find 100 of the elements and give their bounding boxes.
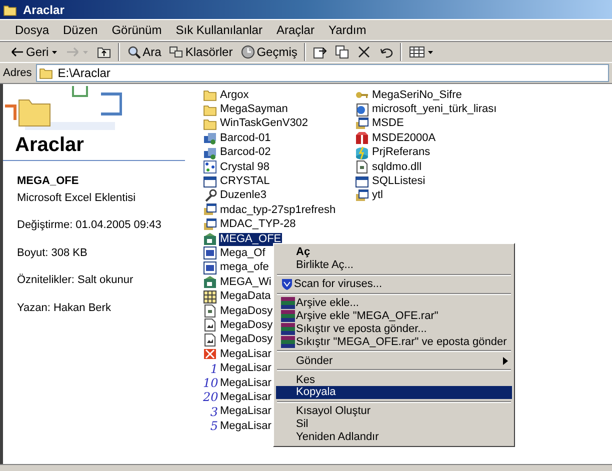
- web-page-icon: [355, 102, 370, 117]
- file-name[interactable]: MegaLisar: [219, 362, 272, 376]
- file-name[interactable]: Argox: [219, 88, 250, 102]
- file-icon: [203, 332, 218, 347]
- menu-item[interactable]: Scan for viruses...: [276, 278, 512, 291]
- forward-arrow-icon: [66, 45, 80, 59]
- menu-item[interactable]: Düzen: [56, 19, 105, 41]
- address-field[interactable]: E:\Araclar: [36, 64, 609, 82]
- file-name[interactable]: mdac_typ-27sp1refresh: [219, 204, 337, 217]
- document-icon: [203, 246, 218, 260]
- menu-item[interactable]: Görünüm: [104, 19, 169, 41]
- file-name: MEGA_OFE: [16, 174, 80, 189]
- books-icon: [280, 334, 296, 349]
- file-name[interactable]: MDAC_TYP-28: [219, 218, 297, 232]
- menu-item[interactable]: Sık Kullanılanlar: [168, 19, 270, 41]
- file-name[interactable]: MEGA_Wi: [219, 276, 272, 289]
- file-property: Yazan: Hakan Berk: [16, 300, 112, 316]
- menu-item[interactable]: Aç: [276, 246, 512, 259]
- books-icon: [280, 296, 296, 310]
- installer-icon: [355, 116, 370, 131]
- back-button[interactable]: Geri: [6, 42, 62, 62]
- history-icon: [240, 45, 255, 59]
- menu-item[interactable]: Sil: [276, 418, 512, 431]
- books-icon: [280, 309, 296, 324]
- file-name[interactable]: sqldmo.dll: [371, 160, 423, 174]
- file-name[interactable]: MegaSayman: [219, 103, 289, 116]
- move-to-icon: [313, 45, 328, 59]
- menu-item[interactable]: Yeniden Adlandır: [276, 430, 512, 444]
- file-name[interactable]: MegaLisar: [219, 376, 272, 390]
- file-property: Boyut: 308 KB: [16, 246, 88, 260]
- folder-icon: [203, 116, 218, 131]
- history-button[interactable]: Geçmiş: [236, 42, 302, 62]
- window-icon: [203, 174, 218, 189]
- menu-item[interactable]: Araçlar: [269, 19, 322, 41]
- folder-title: Araclar: [14, 134, 85, 158]
- file-name[interactable]: MSDE2000A: [371, 132, 437, 145]
- menu-item[interactable]: Sıkıştır "MEGA_OFE.rar" ve eposta gönder: [276, 335, 512, 348]
- program-icon: [203, 131, 218, 146]
- menu-item[interactable]: Sıkıştır ve eposta gönder...: [276, 322, 512, 336]
- menu-item[interactable]: Dosya: [8, 19, 56, 41]
- up-folder-icon: [96, 45, 111, 59]
- folder-icon: [38, 66, 54, 80]
- file-icon: [203, 318, 218, 332]
- file-name[interactable]: MegaLisar: [219, 348, 272, 361]
- menu-item[interactable]: Kısayol Oluştur: [276, 404, 512, 418]
- menu-item[interactable]: Yardım: [321, 19, 374, 41]
- table-icon: [203, 290, 218, 304]
- menu-item[interactable]: Birlikte Aç...: [276, 258, 512, 272]
- file-property: Değiştirme: 01.04.2005 09:43: [16, 218, 162, 233]
- folders-icon: [169, 45, 184, 59]
- delete-icon: [357, 45, 372, 59]
- window-title: Araclar: [23, 2, 64, 18]
- search-button[interactable]: Ara: [122, 42, 166, 62]
- file-name[interactable]: MegaSeriNo_Sifre: [371, 88, 463, 102]
- file-name[interactable]: MegaData: [219, 290, 272, 304]
- file-name[interactable]: Mega_Of: [219, 246, 266, 260]
- file-name[interactable]: SQLListesi: [371, 175, 426, 188]
- installer-icon: [203, 203, 218, 218]
- menu-item[interactable]: Kes: [276, 373, 512, 386]
- menu-item[interactable]: Gönder: [276, 354, 512, 368]
- file-name[interactable]: MegaLisar: [219, 405, 272, 418]
- menu-item[interactable]: Kopyala: [276, 386, 512, 399]
- file-type: Microsoft Excel Eklentisi: [16, 190, 137, 206]
- file-name[interactable]: MSDE: [371, 117, 405, 130]
- folder-icon: [203, 88, 218, 102]
- file-icon: [355, 160, 370, 174]
- error-icon: [203, 347, 218, 362]
- file-name[interactable]: ytl: [371, 189, 384, 202]
- file-name[interactable]: microsoft_yeni_türk_lirası: [371, 103, 498, 116]
- file-name[interactable]: MegaDosy: [219, 304, 274, 318]
- copy-to-icon: [335, 45, 350, 59]
- file-name[interactable]: MegaLisar: [219, 390, 272, 404]
- address-label: Adres: [3, 66, 32, 81]
- file-name[interactable]: Crystal 98: [219, 160, 271, 174]
- menu-item[interactable]: Arşive ekle...: [276, 296, 512, 310]
- search-icon: [126, 45, 141, 59]
- menu-item[interactable]: Arşive ekle "MEGA_OFE.rar": [276, 310, 512, 322]
- back-arrow-icon: [10, 45, 24, 59]
- file-name[interactable]: Barcod-01: [219, 132, 272, 145]
- views-icon: [409, 45, 426, 59]
- file-name[interactable]: PrjReferans: [371, 146, 432, 160]
- file-name[interactable]: Barcod-02: [219, 146, 272, 160]
- file-property: Öznitelikler: Salt okunur: [16, 272, 134, 288]
- file-name[interactable]: MegaDosy: [219, 333, 274, 346]
- file-name[interactable]: MEGA_OFE: [219, 232, 282, 246]
- file-name[interactable]: MegaDosy: [219, 318, 274, 332]
- file-name[interactable]: WinTaskGenV302: [219, 117, 310, 130]
- window-icon: [355, 174, 370, 189]
- file-name[interactable]: Duzenle3: [219, 189, 268, 202]
- installer-icon: [355, 188, 370, 203]
- document-icon: [203, 260, 218, 275]
- file-icon: [203, 304, 218, 318]
- shield-icon: [280, 277, 294, 292]
- folders-button[interactable]: Klasörler: [165, 42, 237, 62]
- folder-icon: [203, 102, 218, 117]
- file-name[interactable]: CRYSTAL: [219, 175, 271, 188]
- submenu-arrow-icon: [503, 356, 508, 365]
- file-name[interactable]: mega_ofe: [219, 261, 270, 274]
- installer-icon: [203, 218, 218, 232]
- file-name[interactable]: MegaLisar: [219, 420, 272, 433]
